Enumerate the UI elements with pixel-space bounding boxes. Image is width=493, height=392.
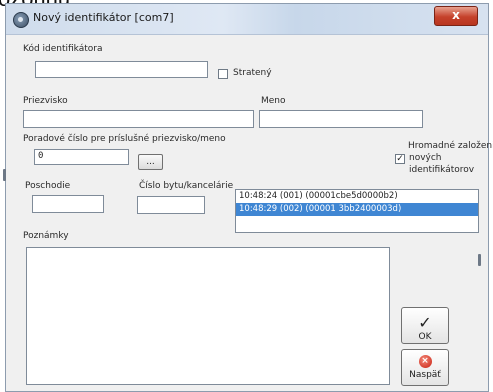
- list-item-selected[interactable]: 10:48:29 (002) (00001 3bb2400003d): [236, 203, 478, 216]
- ok-label: OK: [418, 332, 432, 342]
- priezvisko-input[interactable]: [23, 110, 254, 128]
- hromadne-checkbox[interactable]: ✓: [395, 154, 405, 164]
- poznamky-label: Poznámky: [23, 231, 69, 241]
- ok-button[interactable]: ✓ OK: [401, 307, 449, 344]
- strateny-checkbox[interactable]: [218, 69, 228, 79]
- app-icon: [13, 12, 29, 28]
- hromadne-label-line1: Hromadné založenie: [408, 141, 493, 151]
- cancel-icon: ×: [418, 355, 432, 368]
- strateny-label: Stratený: [233, 68, 272, 78]
- window-edge-marker: [3, 169, 6, 181]
- priezvisko-label: Priezvisko: [23, 96, 68, 106]
- poschodie-input[interactable]: [32, 195, 104, 213]
- hromadne-label-line3: identifikátorov: [409, 165, 475, 175]
- poschodie-label: Poschodie: [25, 181, 71, 191]
- dialog-window: Nový identifikátor [com7] x Kód identifi…: [3, 3, 493, 392]
- checkmark-icon: ✓: [418, 313, 432, 332]
- poznamky-textarea[interactable]: [26, 247, 390, 385]
- cancel-label: Naspäť: [409, 370, 441, 380]
- browse-button[interactable]: ...: [138, 154, 163, 170]
- hromadne-label-line2: nových: [409, 153, 442, 163]
- meno-label: Meno: [261, 96, 286, 106]
- window-title: Nový identifikátor [com7]: [33, 11, 174, 24]
- poradove-label: Poradové číslo pre príslušné priezvisko/…: [23, 134, 226, 144]
- cislo-input[interactable]: [137, 196, 205, 214]
- title-bar[interactable]: Nový identifikátor [com7] x: [6, 4, 488, 35]
- cislo-label: Číslo bytu/kancelárie: [139, 181, 234, 191]
- cancel-button[interactable]: × Naspäť: [401, 349, 449, 386]
- identifier-list[interactable]: 10:48:24 (001) (00001cbe5d0000b2) 10:48:…: [235, 189, 479, 233]
- meno-input[interactable]: [259, 110, 423, 128]
- list-item[interactable]: 10:48:24 (001) (00001cbe5d0000b2): [236, 190, 478, 203]
- poradove-input[interactable]: 0: [34, 149, 129, 165]
- close-button[interactable]: x: [434, 6, 478, 26]
- kod-input[interactable]: [35, 61, 208, 78]
- kod-label: Kód identifikátora: [23, 44, 103, 54]
- window-edge-marker: [478, 254, 481, 266]
